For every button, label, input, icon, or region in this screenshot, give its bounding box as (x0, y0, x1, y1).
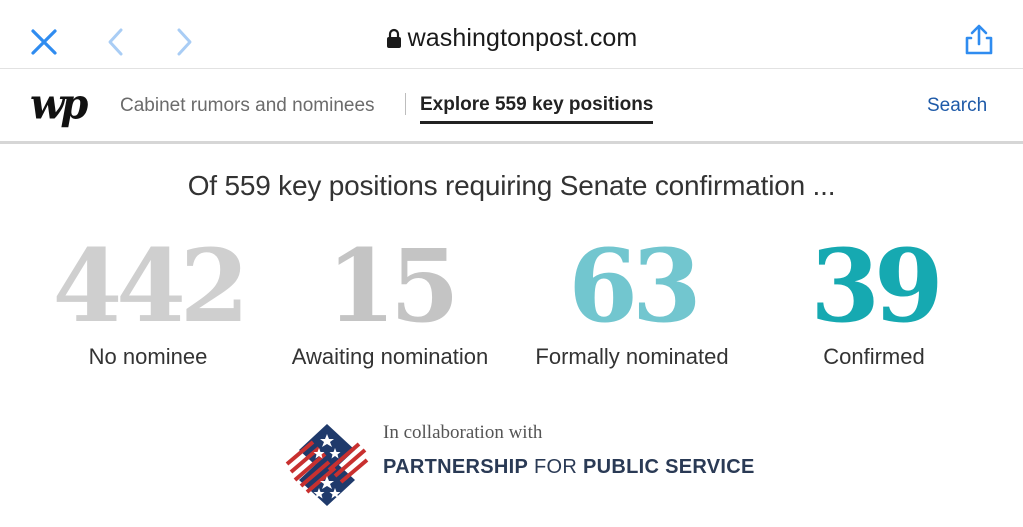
share-button[interactable] (962, 22, 996, 61)
stat-value: 39 (810, 227, 943, 345)
stat-value: 63 (568, 227, 701, 345)
org-name-part1: PARTNERSHIP (383, 456, 529, 478)
page-title: Of 559 key positions requiring Senate co… (187, 170, 836, 201)
stat-awaiting-nomination: 15 Awaiting nomination (270, 232, 510, 370)
wp-logo[interactable]: wp (30, 80, 88, 129)
site-header: wp Cabinet rumors and nominees Explore 5… (0, 69, 1023, 144)
partnership-logo[interactable] (285, 420, 369, 513)
share-icon (965, 24, 993, 55)
url-text: washingtonpost.com (407, 24, 638, 52)
stat-label: No nominee (88, 344, 208, 369)
stat-label: Awaiting nomination (291, 344, 489, 369)
partnership-flag-icon (285, 424, 369, 506)
stat-formally-nominated: 63 Formally nominated (512, 232, 752, 370)
lock-icon (386, 26, 402, 55)
stat-label: Formally nominated (535, 344, 729, 369)
collaboration-text: In collaboration with (383, 422, 543, 443)
tab-explore-positions[interactable]: Explore 559 key positions (420, 94, 654, 124)
address-bar[interactable]: washingtonpost.com (0, 24, 1023, 55)
stat-confirmed: 39 Confirmed (754, 232, 994, 370)
stat-value: 442 (52, 227, 250, 345)
tab-cabinet-rumors[interactable]: Cabinet rumors and nominees (120, 95, 375, 117)
org-name-part2: FOR (528, 456, 584, 478)
browser-toolbar: washingtonpost.com (0, 0, 1023, 69)
org-name-part3: PUBLIC SERVICE (583, 456, 755, 478)
stat-value: 15 (326, 227, 459, 345)
tab-divider (405, 93, 406, 115)
partnership-name[interactable]: PARTNERSHIP FOR PUBLIC SERVICE (383, 456, 755, 479)
stat-label: Confirmed (823, 344, 925, 369)
search-link[interactable]: Search (927, 95, 987, 117)
stat-no-nominee: 442 No nominee (28, 232, 268, 370)
